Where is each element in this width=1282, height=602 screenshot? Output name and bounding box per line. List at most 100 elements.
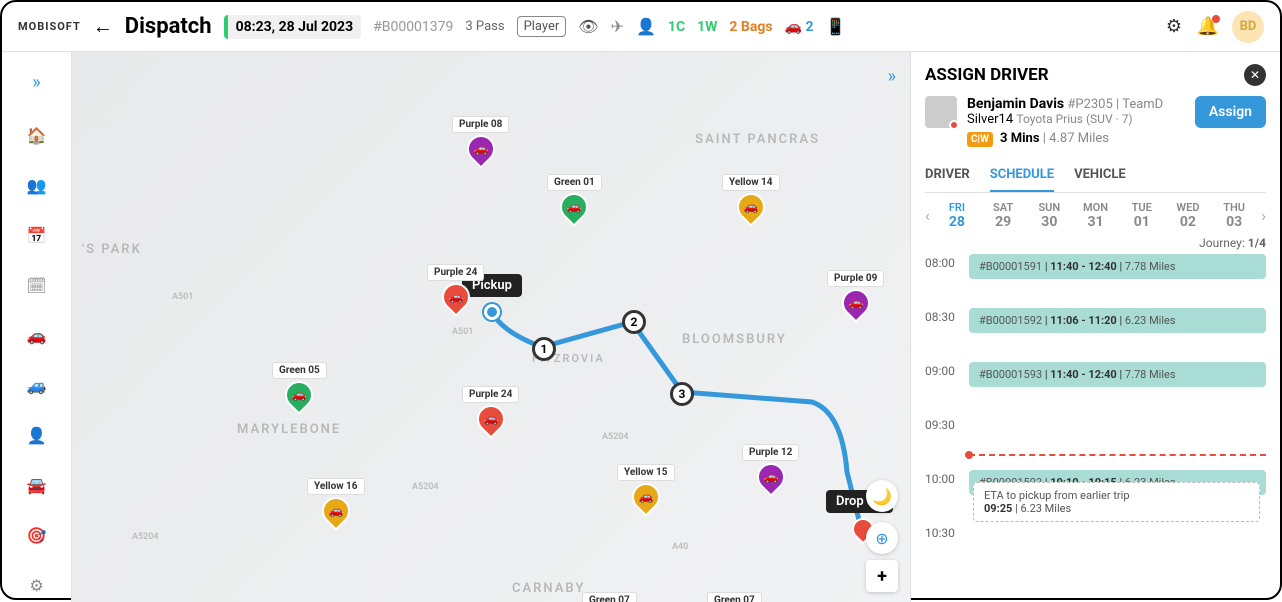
time-label: 09:00 <box>925 362 969 378</box>
tab-vehicle[interactable]: VEHICLE <box>1074 159 1126 192</box>
vehicle-model: Toyota Prius (SUV · 7) <box>1016 112 1132 126</box>
back-arrow-icon[interactable]: ← <box>93 14 113 39</box>
tablet-icon[interactable]: 📱 <box>826 17 846 36</box>
marker-label: Purple 08 <box>452 116 509 133</box>
calendar-icon[interactable]: 📅 <box>25 223 49 247</box>
marker-label: Yellow 14 <box>722 174 780 191</box>
car-icon[interactable]: 🚗 <box>25 323 49 347</box>
date-cell[interactable]: MON31 <box>1074 201 1116 230</box>
date-prev-icon[interactable]: ‹ <box>925 206 930 225</box>
vehicle-icon[interactable]: 🚘 <box>25 473 49 497</box>
date-cell[interactable]: SAT29 <box>982 201 1024 230</box>
map[interactable]: SAINT PANCRAS BLOOMSBURY MARYLEBONE FITZ… <box>72 52 910 602</box>
marker-label: Purple 24 <box>462 386 519 403</box>
sidebar-expand-icon[interactable]: » <box>32 72 40 93</box>
clw-badge: C|W <box>967 132 993 147</box>
logo: MOBISOFT <box>18 20 81 33</box>
panel-title: ASSIGN DRIVER <box>925 65 1049 85</box>
settings-icon[interactable]: ⚙ <box>1164 17 1184 37</box>
tab-schedule[interactable]: SCHEDULE <box>990 159 1054 192</box>
fleet-icon[interactable]: 🚙 <box>25 373 49 397</box>
map-marker[interactable]: Purple 24🚗 <box>462 386 519 439</box>
time-label: 08:00 <box>925 254 969 270</box>
date-cell[interactable]: WED02 <box>1167 201 1209 230</box>
user-icon[interactable]: 👤 <box>25 423 49 447</box>
marker-label: Green 05 <box>272 362 327 379</box>
marker-label: Yellow 16 <box>307 478 365 495</box>
marker-label: Green 01 <box>547 174 602 191</box>
booking-card[interactable]: #B00001593 | 11:40 - 12:40 | 7.78 Miles <box>969 362 1266 387</box>
plane-icon[interactable]: ✈ <box>611 17 624 36</box>
close-icon[interactable]: ✕ <box>1244 64 1266 86</box>
map-marker[interactable]: Green 07🚗 <box>707 592 762 602</box>
map-marker[interactable]: Yellow 14🚗 <box>722 174 780 227</box>
pickup-marker[interactable] <box>484 304 500 320</box>
stat-car: 🚗 2 <box>785 19 814 35</box>
map-marker[interactable]: Purple 08🚗 <box>452 116 509 169</box>
driver-distance: 4.87 Miles <box>1049 131 1109 146</box>
panel-collapse-icon[interactable]: » <box>888 66 896 87</box>
assign-driver-panel: ASSIGN DRIVER ✕ Benjamin Davis #P2305 | … <box>910 52 1280 602</box>
person-icon[interactable]: 👤 <box>636 17 656 36</box>
pass-count: 3 Pass <box>465 19 504 34</box>
zoom-in-button[interactable]: + <box>866 560 898 592</box>
driver-code: #P2305 <box>1067 97 1112 112</box>
settings-nav-icon[interactable]: ⚙ <box>25 573 49 597</box>
home-icon[interactable]: 🏠 <box>25 123 49 147</box>
date-cell[interactable]: THU03 <box>1213 201 1255 230</box>
eye-icon[interactable]: 👁 <box>578 17 598 36</box>
steering-icon[interactable]: 🎯 <box>25 523 49 547</box>
notifications-icon[interactable]: 🔔 <box>1198 17 1218 37</box>
booking-card[interactable]: #B00001591 | 11:40 - 12:40 | 7.78 Miles <box>969 254 1266 279</box>
time-label: 10:30 <box>925 524 969 540</box>
route-node-1[interactable]: 1 <box>532 337 556 361</box>
driver-eta: 3 Mins <box>1000 131 1039 146</box>
user-avatar[interactable]: BD <box>1232 11 1264 43</box>
eta-tooltip: ETA to pickup from earlier trip09:25 | 6… <box>973 482 1260 522</box>
marker-label: Yellow 15 <box>617 464 675 481</box>
date-cell[interactable]: SUN30 <box>1028 201 1070 230</box>
driver-avatar <box>925 96 957 128</box>
dark-mode-toggle[interactable]: 🌙 <box>866 480 898 512</box>
org-icon[interactable]: 👥 <box>25 173 49 197</box>
date-cell[interactable]: TUE01 <box>1121 201 1163 230</box>
booking-id: #B00001379 <box>373 19 453 35</box>
marker-label: Purple 24 <box>427 264 484 281</box>
marker-label: Green 07 <box>707 592 762 602</box>
time-label: 08:30 <box>925 308 969 324</box>
map-marker[interactable]: Green 01🚗 <box>547 174 602 227</box>
journey-count: Journey: 1/4 <box>925 236 1266 250</box>
schedule-icon[interactable]: 🗓 <box>25 273 49 297</box>
map-marker[interactable]: Yellow 16🚗 <box>307 478 365 531</box>
time-badge: 08:23, 28 Jul 2023 <box>224 15 362 39</box>
stat-c: 1C <box>668 19 685 35</box>
marker-label: Green 07 <box>582 592 637 602</box>
driver-team: | TeamD <box>1116 97 1163 112</box>
time-label: 10:00 <box>925 470 969 486</box>
assign-button[interactable]: Assign <box>1195 96 1266 128</box>
marker-label: Purple 12 <box>742 444 799 461</box>
locate-button[interactable]: ⊕ <box>866 522 898 554</box>
driver-name: Benjamin Davis <box>967 96 1064 112</box>
map-marker[interactable]: Purple 12🚗 <box>742 444 799 497</box>
marker-label: Purple 09 <box>827 270 884 287</box>
time-value: 08:23, 28 Jul 2023 <box>236 19 354 35</box>
route-node-2[interactable]: 2 <box>622 310 646 334</box>
date-next-icon[interactable]: › <box>1261 206 1266 225</box>
current-time-line <box>969 454 1266 456</box>
map-marker[interactable]: Green 05🚗 <box>272 362 327 415</box>
map-marker[interactable]: Purple 24🚗 <box>427 264 484 317</box>
time-label: 09:30 <box>925 416 969 432</box>
map-marker[interactable]: Purple 09🚗 <box>827 270 884 323</box>
stat-w: 1W <box>697 19 717 35</box>
map-marker[interactable]: Yellow 15🚗 <box>617 464 675 517</box>
page-title: Dispatch <box>125 14 212 39</box>
vehicle-short: Silver14 <box>967 112 1013 127</box>
route-node-3[interactable]: 3 <box>670 382 694 406</box>
booking-card[interactable]: #B00001592 | 11:06 - 11:20 | 6.23 Miles <box>969 308 1266 333</box>
player-badge[interactable]: Player <box>517 16 567 37</box>
stat-bags: 2 Bags <box>729 19 772 35</box>
date-cell[interactable]: FRI28 <box>936 201 978 230</box>
map-marker[interactable]: Green 07🚗 <box>582 592 637 602</box>
tab-driver[interactable]: DRIVER <box>925 159 970 192</box>
